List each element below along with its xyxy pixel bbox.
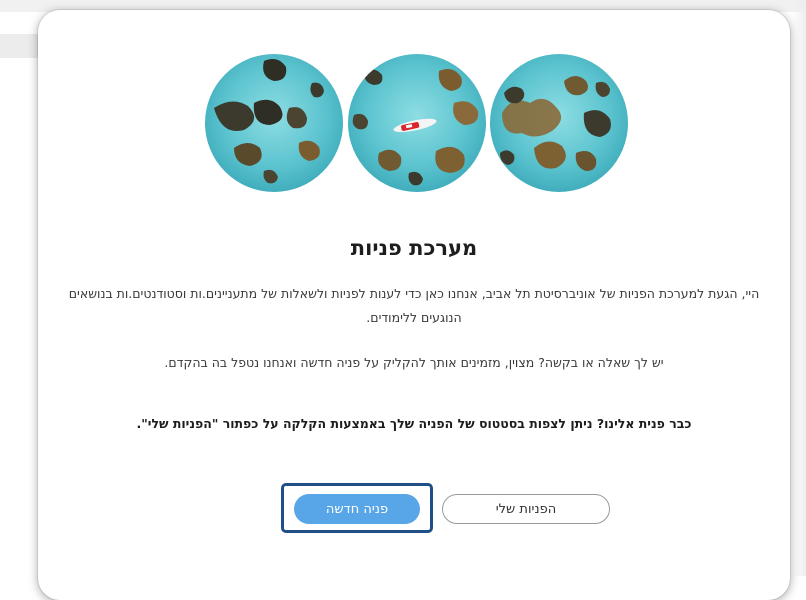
- intro-text: היי, הגעת למערכת הפניות של אוניברסיטת תל…: [68, 286, 760, 325]
- my-requests-button[interactable]: הפניות שלי: [442, 494, 610, 524]
- background-bar: [0, 34, 40, 58]
- reef-photo-circle: [205, 54, 343, 192]
- new-request-button[interactable]: פניה חדשה: [294, 494, 420, 524]
- status-note: כבר פנית אלינו? ניתן לצפות בסטטוס של הפנ…: [136, 416, 692, 431]
- modal-title: מערכת פניות: [350, 236, 478, 260]
- reef-photo-circle: [490, 54, 628, 192]
- hero-images: [204, 53, 630, 195]
- background-shade: [792, 0, 806, 576]
- invite-text: יש לך שאלה או בקשה? מצוין, מזמינים אותך …: [164, 355, 664, 370]
- boat-photo-circle: [348, 54, 486, 192]
- request-system-modal: מערכת פניות היי, הגעת למערכת הפניות של א…: [38, 10, 790, 600]
